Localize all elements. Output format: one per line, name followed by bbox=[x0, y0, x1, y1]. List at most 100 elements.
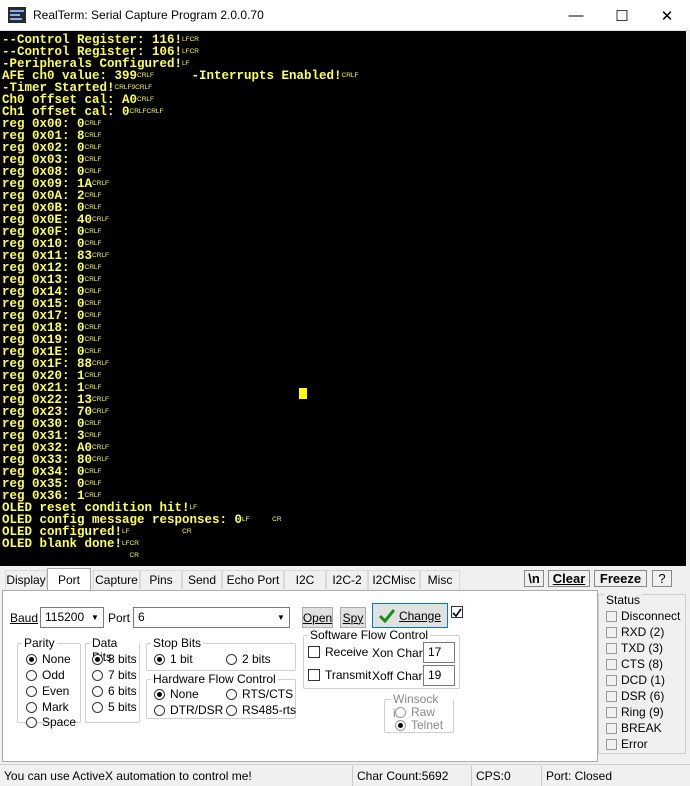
winsock-telnet-label: Telnet bbox=[411, 718, 444, 732]
status-disconnect-label: Disconnect bbox=[621, 609, 681, 623]
tab-send[interactable]: Send bbox=[182, 570, 222, 589]
control-char-glyph: CRLF bbox=[92, 444, 109, 451]
control-char-glyph: CRLF bbox=[84, 432, 102, 439]
data-bits-7-radio[interactable] bbox=[92, 670, 103, 681]
status-error-led[interactable] bbox=[606, 739, 617, 750]
control-char-glyph: CRLF bbox=[84, 192, 102, 199]
parity-mark-radio[interactable] bbox=[26, 702, 37, 713]
terminal-line-extra bbox=[130, 525, 183, 539]
data-bits-group: Data Bits 8 bits 7 bits 6 bits 5 bits bbox=[85, 636, 140, 723]
freeze-button[interactable]: Freeze bbox=[594, 570, 647, 587]
control-char-glyph: LFCR bbox=[182, 36, 200, 43]
control-char-glyph: LFCR bbox=[122, 540, 140, 547]
hw-flow-none-label: None bbox=[170, 687, 199, 701]
tab-port[interactable]: Port bbox=[47, 568, 91, 590]
tab-i2c-2[interactable]: I2C-2 bbox=[326, 570, 368, 589]
status-rxd-label: RXD (2) bbox=[621, 625, 665, 639]
control-char-glyph: CR bbox=[272, 516, 282, 523]
char-count: Char Count:5692 bbox=[352, 766, 471, 786]
chevron-down-icon[interactable]: ▼ bbox=[273, 608, 289, 627]
sw-flow-transmit-checkbox[interactable] bbox=[308, 669, 320, 681]
clear-button[interactable]: Clear bbox=[548, 570, 590, 587]
control-char-glyph: CRLF bbox=[84, 372, 102, 379]
status-bar: You can use ActiveX automation to contro… bbox=[0, 764, 690, 786]
tab-capture[interactable]: Capture bbox=[93, 570, 140, 589]
parity-none-radio[interactable] bbox=[26, 654, 37, 665]
xon-char-input[interactable]: 17 bbox=[423, 642, 455, 663]
terminal-scrollbar[interactable] bbox=[686, 31, 690, 566]
control-char-glyph: CRLF bbox=[84, 336, 102, 343]
spy-button[interactable]: Spy bbox=[340, 607, 366, 628]
winsock-raw-radio[interactable] bbox=[395, 707, 406, 718]
tab-i2cmisc[interactable]: I2CMisc bbox=[368, 570, 420, 589]
parity-space-radio[interactable] bbox=[26, 717, 37, 728]
status-message: You can use ActiveX automation to contro… bbox=[4, 769, 252, 783]
status-ring-led bbox=[606, 707, 617, 718]
control-char-glyph: CRLF bbox=[84, 240, 102, 247]
hw-flow-dtrdsr-radio[interactable] bbox=[154, 705, 165, 716]
xoff-char-input[interactable]: 19 bbox=[423, 665, 455, 686]
parity-title: Parity bbox=[22, 636, 57, 650]
window-title: RealTerm: Serial Capture Program 2.0.0.7… bbox=[33, 8, 264, 22]
port-settings-panel: Baud 115200 ▼ Port 6 ▼ Open Spy Change P… bbox=[2, 590, 598, 762]
status-dsr-label: DSR (6) bbox=[621, 689, 665, 703]
tab-display[interactable]: Display bbox=[5, 570, 47, 589]
chevron-down-icon[interactable]: ▼ bbox=[87, 608, 103, 627]
terminal-line: CR bbox=[2, 550, 139, 562]
control-char-glyph: CRLF bbox=[84, 312, 102, 319]
tab-i2c[interactable]: I2C bbox=[284, 570, 326, 589]
newline-button[interactable]: \n bbox=[524, 570, 544, 587]
status-title: Status bbox=[604, 593, 643, 607]
winsock-raw-label: Raw bbox=[411, 705, 436, 719]
terminal-cursor bbox=[299, 388, 307, 399]
status-cts-led bbox=[606, 659, 617, 670]
tab-pins[interactable]: Pins bbox=[140, 570, 182, 589]
control-char-glyph: CR bbox=[182, 528, 192, 535]
help-button[interactable]: ? bbox=[652, 570, 672, 587]
status-break-led[interactable] bbox=[606, 723, 617, 734]
control-char-glyph: CRLF bbox=[84, 300, 102, 307]
tab-echo-port[interactable]: Echo Port bbox=[222, 570, 284, 589]
port-select[interactable]: 6 ▼ bbox=[133, 607, 290, 628]
hardware-flow-group: Hardware Flow Control None RTS/CTS DTR/D… bbox=[146, 672, 296, 719]
data-bits-8-radio[interactable] bbox=[92, 654, 103, 665]
hardware-flow-title: Hardware Flow Control bbox=[151, 672, 278, 686]
maximize-button[interactable]: ☐ bbox=[599, 0, 645, 31]
baud-select[interactable]: 115200 ▼ bbox=[40, 607, 104, 628]
data-bits-5-label: 5 bits bbox=[108, 700, 137, 714]
hw-flow-none-radio[interactable] bbox=[154, 689, 165, 700]
realterm-app-icon bbox=[8, 7, 26, 23]
change-auto-checkbox[interactable] bbox=[451, 606, 463, 618]
status-rxd-led bbox=[606, 627, 617, 638]
control-char-glyph: CRLF bbox=[84, 144, 102, 151]
data-bits-6-radio[interactable] bbox=[92, 686, 103, 697]
parity-odd-radio[interactable] bbox=[26, 670, 37, 681]
stop-bits-group: Stop Bits 1 bit 2 bits bbox=[146, 636, 296, 671]
open-button[interactable]: Open bbox=[302, 607, 333, 628]
tab-misc[interactable]: Misc bbox=[420, 570, 460, 589]
hw-flow-rtscts-radio[interactable] bbox=[226, 689, 237, 700]
control-char-glyph: CRLF bbox=[84, 420, 102, 427]
control-char-glyph: CRLF bbox=[137, 72, 155, 79]
control-char-glyph: CRLF bbox=[92, 180, 109, 187]
sw-flow-receive-checkbox[interactable] bbox=[308, 646, 320, 658]
parity-even-radio[interactable] bbox=[26, 686, 37, 697]
control-char-glyph: CRLF bbox=[84, 276, 102, 283]
xoff-char-label: Xoff Char: bbox=[372, 669, 426, 683]
stop-bits-1-radio[interactable] bbox=[154, 654, 165, 665]
hw-flow-rs485-radio[interactable] bbox=[226, 705, 237, 716]
change-button[interactable]: Change bbox=[372, 603, 448, 628]
stop-bits-2-radio[interactable] bbox=[226, 654, 237, 665]
control-char-glyph: CRLF bbox=[84, 480, 102, 487]
terminal-line-extra: -Interrupts Enabled! bbox=[154, 69, 342, 83]
terminal-display[interactable]: --Control Register: 116!LFCR --Control Re… bbox=[0, 31, 686, 566]
port-label: Port bbox=[108, 611, 131, 625]
stop-bits-1-label: 1 bit bbox=[170, 652, 193, 666]
control-char-glyph: CR bbox=[129, 552, 139, 559]
status-disconnect-led[interactable] bbox=[606, 611, 617, 622]
minimize-button[interactable]: — bbox=[553, 0, 599, 31]
winsock-telnet-radio[interactable] bbox=[395, 720, 406, 731]
parity-none-label: None bbox=[42, 652, 71, 666]
data-bits-5-radio[interactable] bbox=[92, 702, 103, 713]
close-button[interactable]: ✕ bbox=[644, 0, 690, 31]
